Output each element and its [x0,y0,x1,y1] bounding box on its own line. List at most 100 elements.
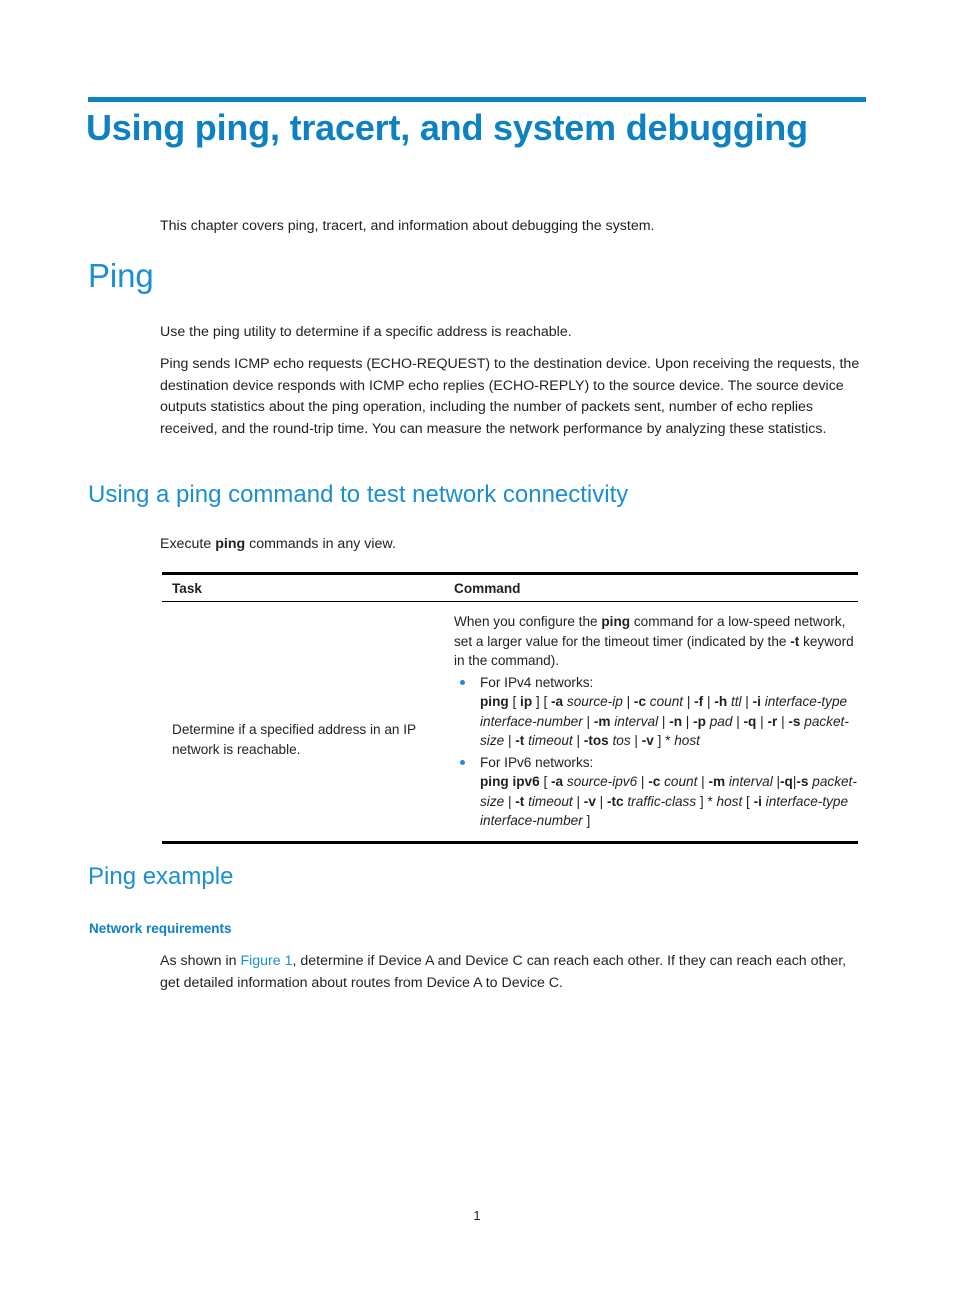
command-intro-bold-t: -t [790,633,800,649]
syntax-token: -v [641,733,654,748]
ping-command-table: Task Command Determine if a specified ad… [162,572,858,844]
lead-in-command: ping [215,536,246,552]
syntax-token: | [582,713,594,729]
table-header-row: Task Command [162,575,858,601]
heading-ping-example: Ping example [88,863,234,890]
syntax-token: -c [648,774,661,789]
syntax-token: | [682,713,694,729]
syntax-token: -m [593,713,611,729]
syntax-token: -c [633,694,647,709]
column-header-command: Command [454,580,521,596]
ping-paragraph-1: Use the ping utility to determine if a s… [160,324,572,340]
heading-ping: Ping [88,257,154,294]
syntax-token: ip [520,694,533,709]
syntax-token: traffic-class [627,793,697,809]
syntax-token: | [741,694,753,709]
syntax-token: tos [612,733,631,748]
command-bullet-list: For IPv4 networks: ping [ ip ] [ -a sourc… [454,673,858,831]
syntax-token: | [595,793,607,809]
syntax-token: -a [551,694,564,709]
syntax-token: ping ipv6 [480,774,540,789]
command-bullet-item: For IPv4 networks: ping [ ip ] [ -a sourc… [454,673,858,751]
command-syntax: ping ipv6 [ -a source-ipv6 | -c count | … [480,772,858,831]
table-cell-command: When you configure the ping command for … [448,602,858,841]
bullet-label: For IPv6 networks: [480,754,594,770]
syntax-token: [ [742,793,754,809]
command-intro-paragraph: When you configure the ping command for … [454,612,858,671]
syntax-token: -v [583,793,596,809]
chapter-title-rule [88,97,866,102]
syntax-token: | [703,694,715,709]
syntax-token: -h [714,694,728,709]
figure-1-link[interactable]: Figure 1 [240,953,292,969]
lead-in-prefix: Execute [160,536,216,552]
syntax-token: | [772,774,781,789]
syntax-token: -n [669,713,683,729]
syntax-token: | [504,733,516,748]
syntax-token: interval [728,774,773,789]
command-bullet-item: For IPv6 networks: ping ipv6 [ -a source-… [454,753,858,831]
syntax-token: [ [539,774,552,789]
syntax-token: [ [508,694,521,709]
syntax-token: timeout [528,733,573,748]
command-syntax: ping [ ip ] [ -a source-ip | -c count | … [480,692,858,751]
bullet-dot-icon [460,679,465,685]
syntax-token: -i [753,793,762,809]
heading-using-a-ping-command: Using a ping command to test network con… [88,481,629,508]
syntax-token: | [756,713,768,729]
column-header-task: Task [172,580,202,596]
syntax-token: ] [582,813,591,828]
page-number: 1 [473,1208,481,1223]
syntax-token: source-ip [566,694,623,709]
syntax-token: -q [780,774,793,789]
command-intro-part-1: When you configure the [454,614,602,629]
syntax-token: | [777,713,789,729]
syntax-token: ] * [653,733,675,748]
syntax-token: -i [752,694,761,709]
syntax-token: | [732,713,744,729]
table-bottom-border [162,840,858,844]
bullet-label: For IPv4 networks: [480,674,594,690]
syntax-token: -r [767,713,778,729]
syntax-token: -t [515,733,525,748]
syntax-token: interval [614,713,659,729]
syntax-token: count [664,774,698,789]
lead-in-suffix: commands in any view. [245,536,396,552]
bullet-dot-icon [460,759,465,765]
syntax-token: | [637,774,649,789]
subheading-network-requirements: Network requirements [89,921,232,936]
syntax-token: count [649,694,684,709]
syntax-token: -s [796,774,809,789]
syntax-token: -tc [606,793,624,809]
syntax-token: -s [788,713,801,729]
chapter-intro-paragraph: This chapter covers ping, tracert, and i… [160,218,655,234]
table-row: Determine if a specified address in an I… [162,602,858,841]
syntax-token: -t [515,793,525,809]
syntax-token: ping [480,694,509,709]
document-page: Using ping, tracert, and system debuggin… [0,0,954,1296]
syntax-token: | [630,733,642,748]
paragraph-prefix: As shown in [160,953,241,969]
syntax-token: host [716,793,743,809]
syntax-token: pad [709,713,733,729]
syntax-token: -m [708,774,726,789]
network-requirements-paragraph: As shown in Figure 1, determine if Devic… [160,951,866,994]
syntax-token: -a [551,774,564,789]
syntax-token: ] [ [532,694,552,709]
syntax-token: | [572,793,584,809]
syntax-token: | [504,793,516,809]
syntax-token: -p [693,713,706,729]
table-lead-in: Execute ping commands in any view. [160,534,866,556]
syntax-token: | [658,713,670,729]
syntax-token: -q [743,713,757,729]
ping-paragraph-2: Ping sends ICMP echo requests (ECHO-REQU… [160,356,860,437]
table-cell-task: Determine if a specified address in an I… [172,722,416,757]
syntax-token: host [674,733,700,748]
page-title: Using ping, tracert, and system debuggin… [86,107,808,148]
syntax-token: | [622,694,634,709]
syntax-token: | [683,694,695,709]
syntax-token: timeout [528,793,573,809]
syntax-token: | [697,774,709,789]
syntax-token: ] * [696,793,717,809]
syntax-token: -tos [583,733,609,748]
